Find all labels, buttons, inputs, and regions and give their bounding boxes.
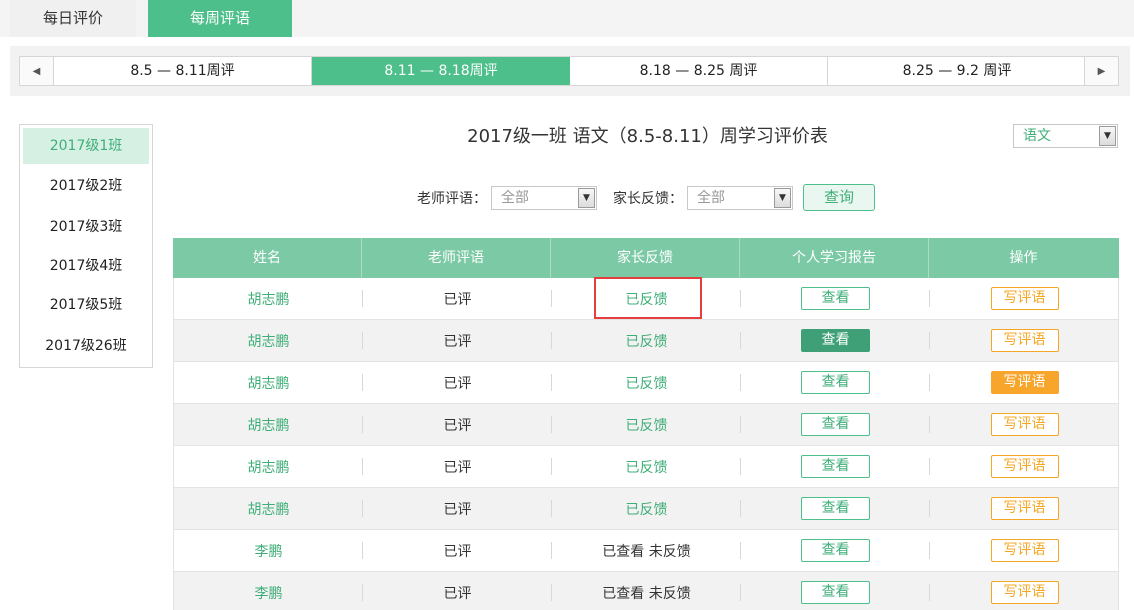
parent-feedback-status: 已反馈 [625,501,668,518]
dropdown-arrow-icon: ▼ [578,188,595,208]
table-row: 李鹏 已评 已查看 未反馈 查看 写评语 [173,572,1119,610]
student-name[interactable]: 李鹏 [255,541,283,561]
teacher-comment-status: 已评 [443,417,472,434]
teacher-comment-status: 已评 [443,375,472,392]
teacher-comment-filter-label: 老师评语： [417,191,487,207]
subject-select[interactable]: 语文 ▼ [1013,124,1118,148]
next-week-button[interactable]: ▶ [1084,57,1118,85]
class-item-5[interactable]: 2017级5班 [23,287,149,323]
student-name[interactable]: 胡志鹏 [248,457,290,477]
teacher-comment-status: 已评 [443,333,472,350]
class-item-3[interactable]: 2017级3班 [23,209,149,245]
student-name[interactable]: 胡志鹏 [248,331,290,351]
write-comment-button[interactable]: 写评语 [990,497,1059,520]
table-row: 胡志鹏 已评 已反馈 查看 写评语 [173,404,1119,446]
query-button[interactable]: 查询 [803,184,875,211]
student-name[interactable]: 胡志鹏 [248,373,290,393]
class-item-26[interactable]: 2017级26班 [23,328,149,364]
header-teacher-comment: 老师评语 [362,238,551,278]
teacher-comment-status: 已评 [443,543,472,560]
parent-feedback-filter-value: 全部 [697,190,725,206]
table-header: 姓名 老师评语 家长反馈 个人学习报告 操作 [173,238,1119,278]
teacher-comment-status: 已评 [443,585,472,602]
parent-feedback-status: 已查看 未反馈 [602,543,691,560]
feedback-highlight-box [594,277,702,319]
teacher-comment-filter-value: 全部 [501,190,529,206]
student-name[interactable]: 胡志鹏 [248,499,290,519]
teacher-comment-status: 已评 [443,501,472,518]
week-selector-panel: ◀ 8.5 — 8.11周评 8.11 — 8.18周评 8.18 — 8.25… [10,46,1130,96]
write-comment-button[interactable]: 写评语 [990,455,1059,478]
class-item-2[interactable]: 2017级2班 [23,168,149,204]
view-report-button[interactable]: 查看 [801,455,870,478]
class-item-1[interactable]: 2017级1班 [23,128,149,164]
view-report-button[interactable]: 查看 [801,371,870,394]
student-name[interactable]: 李鹏 [255,583,283,603]
parent-feedback-filter-label: 家长反馈： [613,191,683,207]
table-row: 胡志鹏 已评 已反馈 查看 写评语 [173,320,1119,362]
view-report-button[interactable]: 查看 [801,539,870,562]
header-actions: 操作 [1009,250,1038,266]
prev-week-button[interactable]: ◀ [20,57,54,85]
class-sidebar: 2017级1班 2017级2班 2017级3班 2017级4班 2017级5班 … [19,124,153,368]
view-report-button[interactable]: 查看 [801,497,870,520]
header-name: 姓名 [173,238,362,278]
header-learning-report: 个人学习报告 [740,238,929,278]
write-comment-button[interactable]: 写评语 [990,287,1059,310]
week-tab-4[interactable]: 8.25 — 9.2 周评 [828,57,1086,85]
parent-feedback-status: 已反馈 [625,417,668,434]
tab-weekly-comments[interactable]: 每周评语 [148,0,292,37]
header-parent-feedback: 家长反馈 [551,238,740,278]
table-row: 胡志鹏 已评 已反馈 查看 写评语 [173,362,1119,404]
teacher-comment-status: 已评 [443,459,472,476]
parent-feedback-filter-select[interactable]: 全部 ▼ [687,186,793,210]
view-report-button[interactable]: 查看 [801,287,870,310]
week-tab-3[interactable]: 8.18 — 8.25 周评 [570,57,828,85]
teacher-comment-filter-select[interactable]: 全部 ▼ [491,186,597,210]
week-selector: ◀ 8.5 — 8.11周评 8.11 — 8.18周评 8.18 — 8.25… [19,56,1119,86]
dropdown-arrow-icon: ▼ [1099,126,1116,146]
write-comment-button[interactable]: 写评语 [990,371,1059,394]
page-title: 2017级一班 语文（8.5-8.11）周学习评价表 [467,126,828,147]
teacher-comment-status: 已评 [443,291,472,308]
write-comment-button[interactable]: 写评语 [990,329,1059,352]
view-report-button[interactable]: 查看 [801,581,870,604]
table-row: 李鹏 已评 已查看 未反馈 查看 写评语 [173,530,1119,572]
week-tab-1[interactable]: 8.5 — 8.11周评 [54,57,312,85]
parent-feedback-status: 已反馈 [625,333,668,350]
view-report-button[interactable]: 查看 [801,329,870,352]
write-comment-button[interactable]: 写评语 [990,539,1059,562]
view-report-button[interactable]: 查看 [801,413,870,436]
right-arrow-icon: ▶ [1097,65,1106,77]
week-tab-2[interactable]: 8.11 — 8.18周评 [312,57,570,85]
top-tab-bar: 每日评价 每周评语 [0,0,1134,37]
student-name[interactable]: 胡志鹏 [248,289,290,309]
tab-daily-evaluation[interactable]: 每日评价 [10,0,136,37]
left-arrow-icon: ◀ [32,65,41,77]
dropdown-arrow-icon: ▼ [774,188,791,208]
parent-feedback-status: 已反馈 [625,459,668,476]
parent-feedback-status: 已反馈 [625,375,668,392]
parent-feedback-status: 已查看 未反馈 [602,585,691,602]
student-name[interactable]: 胡志鹏 [248,415,290,435]
subject-select-value: 语文 [1023,128,1051,144]
table-row: 胡志鹏 已评 已反馈 查看 写评语 [173,446,1119,488]
class-item-4[interactable]: 2017级4班 [23,248,149,284]
write-comment-button[interactable]: 写评语 [990,581,1059,604]
write-comment-button[interactable]: 写评语 [990,413,1059,436]
table-row: 胡志鹏 已评 已反馈 查看 写评语 [173,488,1119,530]
